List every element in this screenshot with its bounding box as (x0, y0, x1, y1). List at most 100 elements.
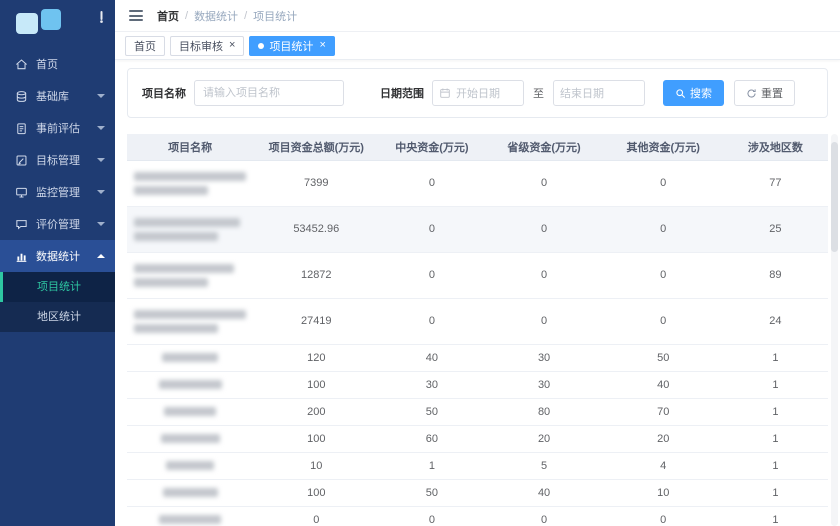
calendar-icon (439, 87, 451, 99)
breadcrumb-item: 数据统计 (194, 10, 239, 23)
col-central-funds: 中央资金(万元) (379, 134, 485, 161)
table-row[interactable]: 10 1 5 4 1 (127, 452, 828, 480)
cell-total-funds: 10 (253, 452, 380, 480)
logo-mark-light (16, 12, 38, 34)
start-date-placeholder: 开始日期 (456, 88, 500, 100)
cell-provincial-funds: 0 (484, 160, 604, 207)
sidebar-item-home[interactable]: 首页 (0, 48, 115, 80)
cell-central-funds: 50 (379, 398, 485, 426)
table-row[interactable]: 12872 0 0 0 89 (127, 252, 828, 299)
project-name-input[interactable] (194, 80, 344, 106)
cell-region-count: 1 (722, 479, 828, 507)
col-other-funds: 其他资金(万元) (603, 134, 723, 161)
tab-home[interactable]: 首页 (125, 35, 165, 56)
cell-project-name (127, 479, 254, 507)
cell-other-funds: 20 (603, 425, 723, 453)
cell-project-name (127, 206, 254, 253)
sidebar-item-evaluation-management[interactable]: 评价管理 (0, 208, 115, 240)
redacted-text-bar (134, 185, 208, 195)
table-row[interactable]: 200 50 80 70 1 (127, 398, 828, 426)
cell-region-count: 89 (722, 252, 828, 299)
cell-other-funds: 4 (603, 452, 723, 480)
breadcrumb-item[interactable]: 首页 (157, 8, 179, 24)
redacted-text-bar (164, 407, 217, 416)
cell-central-funds: 0 (379, 506, 485, 526)
cell-central-funds: 0 (379, 206, 485, 253)
cell-region-count: 77 (722, 160, 828, 207)
sidebar-item-base-library[interactable]: 基础库 (0, 80, 115, 112)
cell-project-name (127, 344, 254, 372)
end-date-input[interactable]: 结束日期 (553, 80, 645, 106)
sidebar-item-label: 评价管理 (36, 219, 80, 231)
chevron-down-icon (97, 190, 105, 198)
cell-provincial-funds: 0 (484, 252, 604, 299)
cell-region-count: 1 (722, 506, 828, 526)
table-row[interactable]: 27419 0 0 0 24 (127, 298, 828, 345)
topbar: 首页 / 数据统计 / 项目统计 (115, 0, 840, 32)
sidebar-item-target-management[interactable]: 目标管理 (0, 144, 115, 176)
redacted-text-bar (162, 353, 219, 362)
table-row[interactable]: 100 30 30 40 1 (127, 371, 828, 399)
breadcrumb-separator: / (244, 9, 248, 22)
reset-button[interactable]: 重置 (734, 80, 795, 106)
cell-total-funds: 27419 (253, 298, 380, 345)
table-row[interactable]: 100 50 40 10 1 (127, 479, 828, 507)
close-icon[interactable]: × (319, 40, 325, 51)
sidebar-item-label: 基础库 (36, 91, 69, 103)
cell-provincial-funds: 30 (484, 371, 604, 399)
search-icon (675, 88, 686, 99)
start-date-input[interactable]: 开始日期 (432, 80, 524, 106)
table-row[interactable]: 53452.96 0 0 0 25 (127, 206, 828, 253)
scrollbar[interactable] (831, 134, 838, 526)
cell-total-funds: 12872 (253, 252, 380, 299)
cell-project-name (127, 452, 254, 480)
redacted-text-bar (160, 434, 220, 443)
tab-project-statistics[interactable]: 项目统计 × (249, 35, 335, 56)
sidebar-subitem-project-statistics[interactable]: 项目统计 (0, 272, 115, 302)
cell-region-count: 1 (722, 344, 828, 372)
sidebar-item-data-statistics[interactable]: 数据统计 (0, 240, 115, 272)
table-row[interactable]: 120 40 30 50 1 (127, 344, 828, 372)
comment-icon (14, 217, 28, 231)
sidebar-item-pre-assessment[interactable]: 事前评估 (0, 112, 115, 144)
submenu-data-statistics: 项目统计 地区统计 (0, 272, 115, 332)
menu-fold-icon[interactable] (127, 6, 145, 26)
cell-provincial-funds: 5 (484, 452, 604, 480)
redacted-project-name (128, 353, 252, 362)
table-row[interactable]: 00001 (127, 506, 828, 526)
redacted-text-bar (158, 380, 222, 389)
cell-other-funds: 70 (603, 398, 723, 426)
table-row[interactable]: 100 60 20 20 1 (127, 425, 828, 453)
redacted-text-bar (134, 277, 208, 287)
cell-total-funds: 53452.96 (253, 206, 380, 253)
logo-mark-dark (41, 8, 61, 30)
cell-total-funds: 120 (253, 344, 380, 372)
cell-central-funds: 40 (379, 344, 485, 372)
search-button[interactable]: 搜索 (663, 80, 724, 106)
cell-central-funds: 0 (379, 160, 485, 207)
tab-target-review[interactable]: 目标审核 × (170, 35, 245, 56)
scrollbar-thumb[interactable] (831, 142, 838, 252)
cell-region-count: 24 (722, 298, 828, 345)
redacted-text-bar (134, 231, 218, 241)
table-body: 7399 0 0 0 77 53452.96 0 0 0 25 12872 0 0 0 89 27419 0 0 0… (127, 160, 828, 526)
pin-icon[interactable] (97, 11, 106, 27)
cell-provincial-funds: 20 (484, 425, 604, 453)
tab-label: 首页 (134, 40, 156, 53)
cell-total-funds: 200 (253, 398, 380, 426)
chevron-down-icon (97, 94, 105, 102)
redacted-project-name (128, 263, 252, 287)
redacted-project-name (128, 515, 252, 524)
redacted-text-bar (162, 488, 218, 497)
close-icon[interactable]: × (229, 40, 235, 51)
cell-other-funds: 0 (603, 506, 723, 526)
projects-table: 项目名称 项目资金总额(万元) 中央资金(万元) 省级资金(万元) 其他资金(万元) 涉及… (127, 134, 828, 526)
col-total-funds: 项目资金总额(万元) (253, 134, 380, 161)
redacted-project-name (128, 488, 252, 497)
cell-region-count: 1 (722, 398, 828, 426)
sidebar: 首页基础库事前评估 目标管理 监控管理评价管理数据统计 项目统计 地区统计 (0, 0, 115, 526)
table-header-row: 项目名称 项目资金总额(万元) 中央资金(万元) 省级资金(万元) 其他资金(万元) 涉及… (127, 134, 828, 161)
table-row[interactable]: 7399 0 0 0 77 (127, 160, 828, 207)
sidebar-subitem-region-statistics[interactable]: 地区统计 (0, 302, 115, 332)
sidebar-item-monitor-management[interactable]: 监控管理 (0, 176, 115, 208)
